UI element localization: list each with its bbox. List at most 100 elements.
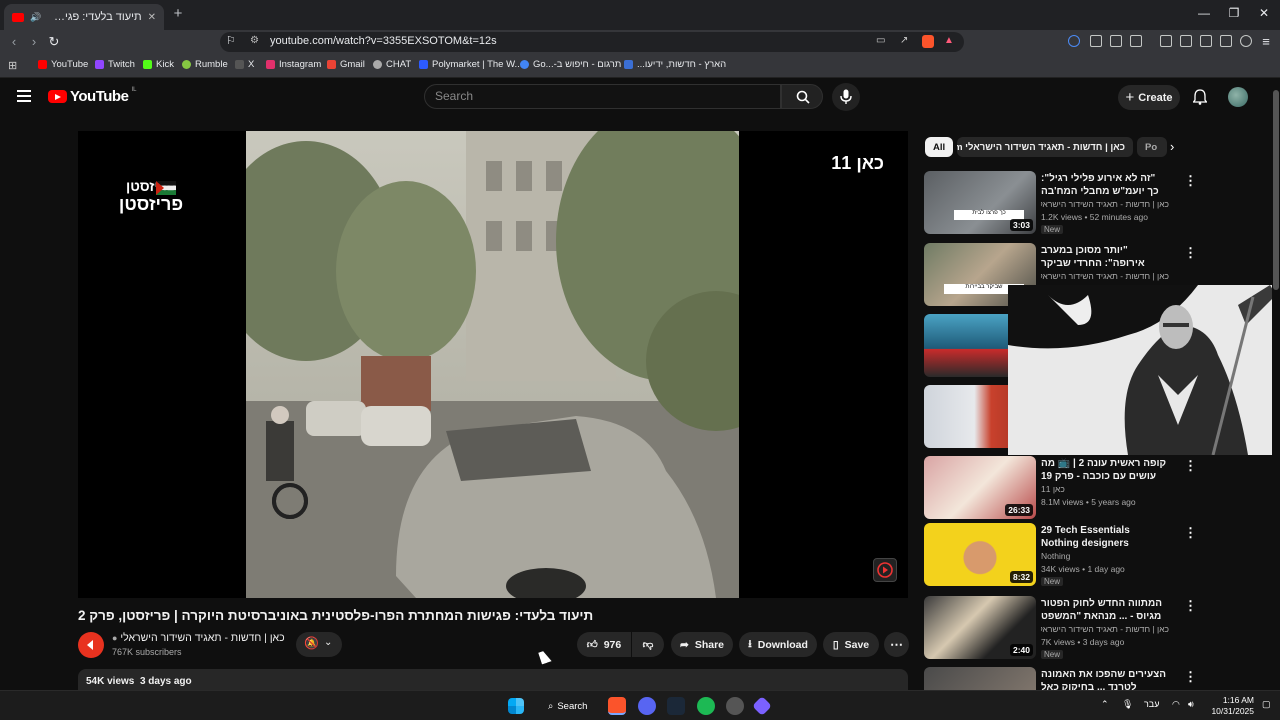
recommendation-item[interactable]: כך פרצו לבית 3:03 "זה לא אירוע פלילי רגי… xyxy=(924,171,1264,234)
search-input[interactable]: Search xyxy=(424,84,781,109)
volume-icon[interactable]: 🔊︎ xyxy=(1188,699,1194,710)
bookmark-google-translate[interactable]: Go...-תרגום - חיפוש ב xyxy=(520,59,621,70)
dislike-button[interactable]: 👎︎ xyxy=(632,632,664,657)
more-options-icon[interactable]: ⋮ xyxy=(1184,245,1197,261)
new-tab-button[interactable]: + xyxy=(170,6,186,22)
bookmark-rumble[interactable]: Rumble xyxy=(182,59,228,70)
bookmark-gmail[interactable]: Gmail xyxy=(327,59,365,70)
share-page-icon[interactable]: ↗ xyxy=(900,35,908,46)
download-button[interactable]: ⭳ Download xyxy=(739,632,817,657)
voice-search-button[interactable] xyxy=(832,83,860,111)
recommendation-item[interactable]: 26:33 קופה ראשית עונה 2 | 📺 מה עושים עם … xyxy=(924,456,1264,519)
app-icon[interactable] xyxy=(726,697,744,715)
bookmark-instagram[interactable]: Instagram xyxy=(266,59,321,70)
close-window-icon[interactable]: ✕ xyxy=(1256,6,1272,20)
recommendation-title: קופה ראשית עונה 2 | 📺 מה עושים עם כוכבה … xyxy=(1041,458,1167,482)
share-button[interactable]: ➦ Share xyxy=(671,632,733,657)
search-button[interactable] xyxy=(781,84,823,109)
browser-tab[interactable]: 🔊 תיעוד בלעדי: פגישות המחתרה ✕ xyxy=(4,4,164,30)
brave-browser-icon[interactable] xyxy=(608,697,626,715)
save-button[interactable]: ▯ Save xyxy=(823,632,879,657)
taskbar-search-button[interactable]: ⌕ Search xyxy=(540,696,600,716)
more-options-icon[interactable]: ⋮ xyxy=(1184,525,1197,541)
more-options-icon[interactable]: ⋮ xyxy=(1184,458,1197,474)
media-icon[interactable] xyxy=(1160,35,1172,47)
tray-chevron-up-icon[interactable]: ⌃ xyxy=(1101,699,1109,710)
video-thumbnail[interactable]: 26:33 xyxy=(924,456,1036,519)
video-frame[interactable] xyxy=(246,131,739,598)
leo-ai-icon[interactable] xyxy=(1220,35,1232,47)
video-thumbnail[interactable] xyxy=(924,667,1036,690)
channel-name[interactable]: כאן | חדשות - תאגיד השידור הישראלי ● xyxy=(112,632,285,644)
audio-icon[interactable]: 🔊 xyxy=(30,12,41,23)
youtube-header: YouTube IL Search + Create xyxy=(0,78,1270,116)
system-clock[interactable]: 1:16 AM 10/31/2025 xyxy=(1204,695,1254,717)
app-diamond-icon[interactable] xyxy=(752,696,772,716)
restore-icon[interactable]: ❐ xyxy=(1226,6,1242,20)
recommendation-item[interactable]: 8:32 29 Tech Essentials Nothing designer… xyxy=(924,523,1264,586)
vpn-icon[interactable] xyxy=(1240,35,1252,47)
youtube-logo[interactable]: YouTube IL xyxy=(48,87,136,105)
extension-shield-icon[interactable] xyxy=(1090,35,1102,47)
bookmark-kick[interactable]: Kick xyxy=(143,59,174,70)
extension-audio-icon[interactable] xyxy=(1068,35,1080,47)
account-avatar[interactable] xyxy=(1228,87,1248,107)
chip-more[interactable]: Po xyxy=(1137,137,1167,157)
video-thumbnail[interactable]: כך פרצו לבית 3:03 xyxy=(924,171,1036,234)
bookmark-polymarket[interactable]: Polymarket | The W... xyxy=(419,59,522,70)
extension-box-icon[interactable] xyxy=(1130,35,1142,47)
spotify-icon[interactable] xyxy=(697,697,715,715)
notifications-icon[interactable]: ▢ xyxy=(1262,699,1271,710)
recommendation-item[interactable]: 2:40 המתווה החדש לחוק הפטור מגיוס - ... … xyxy=(924,596,1264,659)
bookmark-icon[interactable]: ⚐ xyxy=(226,34,236,47)
address-bar[interactable]: ⚐ ⚙ youtube.com/watch?v=3355EXSOTOM&t=12… xyxy=(220,32,964,52)
recommendation-meta: 7K views • 3 days ago xyxy=(1041,637,1125,647)
chip-all[interactable]: All xyxy=(925,137,954,157)
video-player[interactable]: פריזסטן פריזסטן כאן 11 xyxy=(78,131,908,598)
menu-icon[interactable] xyxy=(17,90,31,102)
cast-icon[interactable]: ▭ xyxy=(876,35,885,46)
windows-start-icon[interactable] xyxy=(508,698,524,714)
steam-icon[interactable] xyxy=(667,697,685,715)
bookmark-haaretz[interactable]: הארץ - חדשות, ידיעו... xyxy=(624,59,726,70)
apps-grid-icon[interactable]: ⊞ xyxy=(8,59,17,72)
forward-icon[interactable]: › xyxy=(26,34,42,49)
brave-shield-icon[interactable] xyxy=(922,35,934,48)
wallet-icon[interactable] xyxy=(1200,35,1212,47)
video-thumbnail[interactable]: 2:40 xyxy=(924,596,1036,659)
bookmark-twitch[interactable]: Twitch xyxy=(95,59,135,70)
minimize-icon[interactable]: — xyxy=(1196,6,1212,20)
chips-next-chevron-icon[interactable]: › xyxy=(1170,139,1174,154)
chip-from-channel[interactable]: From כאן | חדשות - תאגיד השידור הישראלי xyxy=(957,137,1133,157)
recommendation-channel: Nothing xyxy=(1041,551,1071,561)
browser-menu-icon[interactable]: ≡ xyxy=(1258,34,1274,49)
reload-icon[interactable]: ↻ xyxy=(46,34,62,50)
subscribed-notifications-button[interactable]: 🔕 ⌄ xyxy=(296,632,342,657)
channel-avatar[interactable] xyxy=(78,632,104,658)
more-options-icon[interactable]: ⋮ xyxy=(1184,598,1197,614)
bookmark-x[interactable]: X xyxy=(235,59,254,70)
x-icon xyxy=(235,60,244,69)
site-settings-icon[interactable]: ⚙ xyxy=(250,35,259,46)
extensions-puzzle-icon[interactable] xyxy=(1110,35,1122,47)
more-actions-button[interactable]: ⋯ xyxy=(884,632,909,657)
more-options-icon[interactable]: ⋮ xyxy=(1184,669,1197,685)
brave-rewards-icon[interactable]: ▲ xyxy=(944,35,954,46)
wifi-icon[interactable]: ◠ xyxy=(1172,699,1180,710)
like-button[interactable]: 👍︎ 976 xyxy=(577,632,631,657)
scrollbar-thumb[interactable] xyxy=(1273,90,1279,290)
more-options-icon[interactable]: ⋮ xyxy=(1184,173,1197,189)
autoplay-next-icon[interactable] xyxy=(873,558,897,582)
video-thumbnail[interactable]: 8:32 xyxy=(924,523,1036,586)
bookmark-chat[interactable]: CHAT xyxy=(373,59,411,70)
bookmark-youtube[interactable]: YouTube xyxy=(38,59,88,70)
keyboard-language[interactable]: עבר xyxy=(1144,699,1159,709)
tray-microphone-icon[interactable]: 🎙︎ xyxy=(1122,699,1133,710)
notifications-bell-icon[interactable] xyxy=(1192,89,1208,108)
back-icon[interactable]: ‹ xyxy=(6,34,22,49)
close-tab-icon[interactable]: ✕ xyxy=(148,12,156,23)
recommendation-item[interactable]: הצעירים שהפכו את האמונה לטרנד ... בחיקוק… xyxy=(924,667,1264,690)
discord-icon[interactable] xyxy=(638,697,656,715)
sidebar-icon[interactable] xyxy=(1180,35,1192,47)
create-button[interactable]: + Create xyxy=(1118,85,1180,110)
